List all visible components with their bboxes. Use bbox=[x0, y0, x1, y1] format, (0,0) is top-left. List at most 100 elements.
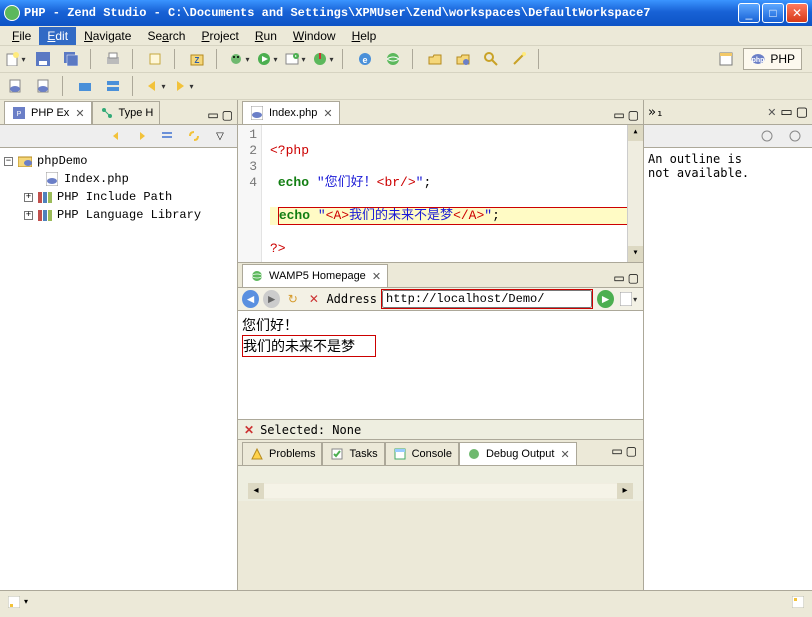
open[interactable] bbox=[424, 48, 446, 70]
link-editor-icon[interactable] bbox=[183, 125, 205, 147]
minimize-view-icon[interactable]: ▭ bbox=[611, 444, 622, 458]
maximize-view-icon[interactable]: ▢ bbox=[222, 108, 233, 122]
browser-page-icon[interactable]: ▾ bbox=[618, 288, 639, 310]
bottom-tab-console[interactable]: Console bbox=[385, 442, 459, 465]
browser-page[interactable]: 您们好！ 我们的未来不是梦 bbox=[238, 311, 643, 419]
browser-go-button[interactable]: ► bbox=[597, 290, 614, 308]
browser-back-button[interactable]: ◄ bbox=[242, 290, 259, 308]
outline-tool-1-icon[interactable] bbox=[756, 125, 778, 147]
minimize-view-icon[interactable]: ▭ bbox=[207, 108, 218, 122]
ie-icon[interactable]: e bbox=[354, 48, 376, 70]
expand-icon[interactable]: + bbox=[24, 193, 33, 202]
minimize-button[interactable]: _ bbox=[738, 3, 760, 23]
close-icon[interactable]: ✕ bbox=[767, 106, 776, 119]
print[interactable] bbox=[102, 48, 124, 70]
maximize-view-icon[interactable]: ▢ bbox=[628, 271, 639, 285]
search-icon bbox=[483, 51, 499, 67]
maximize-view-icon[interactable]: ▢ bbox=[796, 104, 808, 120]
php-explorer-tree[interactable]: − phpDemo Index.php + PHP Include Path +… bbox=[0, 148, 237, 590]
bottom-tab-debug-output[interactable]: Debug Output✕ bbox=[459, 442, 577, 465]
menu-help[interactable]: Help bbox=[344, 27, 385, 45]
menu-edit[interactable]: Edit bbox=[39, 27, 76, 45]
open-perspective-button[interactable] bbox=[715, 48, 737, 70]
menu-window[interactable]: Window bbox=[285, 27, 344, 45]
new-dd[interactable]: ▾ bbox=[4, 48, 26, 70]
status-right-icon[interactable] bbox=[790, 594, 806, 610]
run-dd[interactable]: ▾ bbox=[256, 48, 278, 70]
close-icon[interactable]: ✕ bbox=[560, 448, 569, 461]
browser-refresh-button[interactable]: ↻ bbox=[284, 290, 301, 308]
save[interactable] bbox=[32, 48, 54, 70]
save-all[interactable] bbox=[60, 48, 82, 70]
new-php[interactable] bbox=[4, 75, 26, 97]
scroll-up-icon[interactable]: ▴ bbox=[628, 125, 643, 141]
open-php[interactable] bbox=[32, 75, 54, 97]
collapse-all-icon[interactable] bbox=[157, 125, 179, 147]
scroll-left-icon[interactable]: ◂ bbox=[248, 483, 264, 499]
globe-icon[interactable] bbox=[382, 48, 404, 70]
wand[interactable] bbox=[508, 48, 530, 70]
tree-include-path[interactable]: + PHP Include Path bbox=[4, 188, 233, 206]
scrollbar-vertical[interactable]: ▴ ▾ bbox=[627, 125, 643, 262]
php-explorer-icon: P bbox=[11, 105, 27, 121]
minimize-view-icon[interactable]: ▭ bbox=[613, 108, 624, 122]
minimize-view-icon[interactable]: ▭ bbox=[780, 104, 792, 120]
build[interactable] bbox=[144, 48, 166, 70]
back-icon[interactable] bbox=[105, 125, 127, 147]
ext-dd[interactable]: ▾ bbox=[284, 48, 306, 70]
tab-type-hierarchy[interactable]: Type H bbox=[92, 101, 161, 124]
scrollbar-horizontal[interactable] bbox=[264, 484, 617, 498]
browser-forward-button[interactable]: ► bbox=[263, 290, 280, 308]
tree-language-library[interactable]: + PHP Language Library bbox=[4, 206, 233, 224]
open-type[interactable] bbox=[452, 48, 474, 70]
editor-tab-index[interactable]: Index.php ✕ bbox=[242, 101, 340, 124]
run-dd bbox=[256, 51, 272, 67]
collapse-icon[interactable]: − bbox=[4, 157, 13, 166]
nav-blue1[interactable] bbox=[74, 75, 96, 97]
delete-icon[interactable]: ✕ bbox=[244, 423, 254, 437]
perspective-php[interactable]: php PHP bbox=[743, 48, 802, 70]
separator bbox=[342, 49, 346, 69]
maximize-button[interactable]: □ bbox=[762, 3, 784, 23]
menu-navigate[interactable]: Navigate bbox=[76, 27, 139, 45]
profile-dd[interactable]: ▾ bbox=[312, 48, 334, 70]
close-icon[interactable]: ✕ bbox=[372, 270, 381, 283]
menu-search[interactable]: Search bbox=[139, 27, 193, 45]
menu-run[interactable]: Run bbox=[247, 27, 285, 45]
search-icon[interactable] bbox=[480, 48, 502, 70]
maximize-view-icon[interactable]: ▢ bbox=[626, 444, 637, 458]
back-dd[interactable]: ▾ bbox=[144, 75, 166, 97]
tab-php-explorer[interactable]: P PHP Ex ✕ bbox=[4, 101, 92, 124]
editor-area[interactable]: 1 2 3 4 <?php echo "您们好！<br/>"; echo "<A… bbox=[238, 124, 643, 262]
ext-dd bbox=[284, 51, 300, 67]
outline-tool-2-icon[interactable] bbox=[784, 125, 806, 147]
maximize-view-icon[interactable]: ▢ bbox=[628, 108, 639, 122]
debug-dd[interactable]: ▾ bbox=[228, 48, 250, 70]
close-icon[interactable]: ✕ bbox=[75, 107, 84, 120]
forward-dd[interactable]: ▾ bbox=[172, 75, 194, 97]
close-icon[interactable]: ✕ bbox=[323, 107, 332, 120]
menu-file[interactable]: File bbox=[4, 27, 39, 45]
tree-project[interactable]: − phpDemo bbox=[4, 152, 233, 170]
bottom-tab-tasks[interactable]: Tasks bbox=[322, 442, 384, 465]
status-dropdown[interactable]: ▾ bbox=[24, 597, 28, 606]
warning-icon bbox=[249, 446, 265, 462]
save-all bbox=[63, 51, 79, 67]
bottom-tab-problems[interactable]: Problems bbox=[242, 442, 322, 465]
view-menu-icon[interactable]: ▽ bbox=[209, 125, 231, 147]
bottom-pane: ▭ ▢ ◂ ▸ bbox=[238, 465, 643, 501]
forward-icon[interactable] bbox=[131, 125, 153, 147]
scroll-down-icon[interactable]: ▾ bbox=[628, 246, 643, 262]
scroll-right-icon[interactable]: ▸ bbox=[617, 483, 633, 499]
address-input[interactable] bbox=[382, 290, 592, 308]
minimize-view-icon[interactable]: ▭ bbox=[613, 271, 624, 285]
zend-project[interactable]: Z bbox=[186, 48, 208, 70]
close-button[interactable]: ✕ bbox=[786, 3, 808, 23]
menu-project[interactable]: Project bbox=[193, 27, 246, 45]
tree-file-index[interactable]: Index.php bbox=[4, 170, 233, 188]
expand-icon[interactable]: + bbox=[24, 211, 33, 220]
center-pane: Index.php ✕ ▭ ▢ 1 2 3 4 <?php echo "您们好！… bbox=[238, 100, 644, 590]
nav-blue2[interactable] bbox=[102, 75, 124, 97]
browser-stop-button[interactable]: ✕ bbox=[305, 290, 322, 308]
browser-tab[interactable]: WAMP5 Homepage ✕ bbox=[242, 264, 388, 287]
